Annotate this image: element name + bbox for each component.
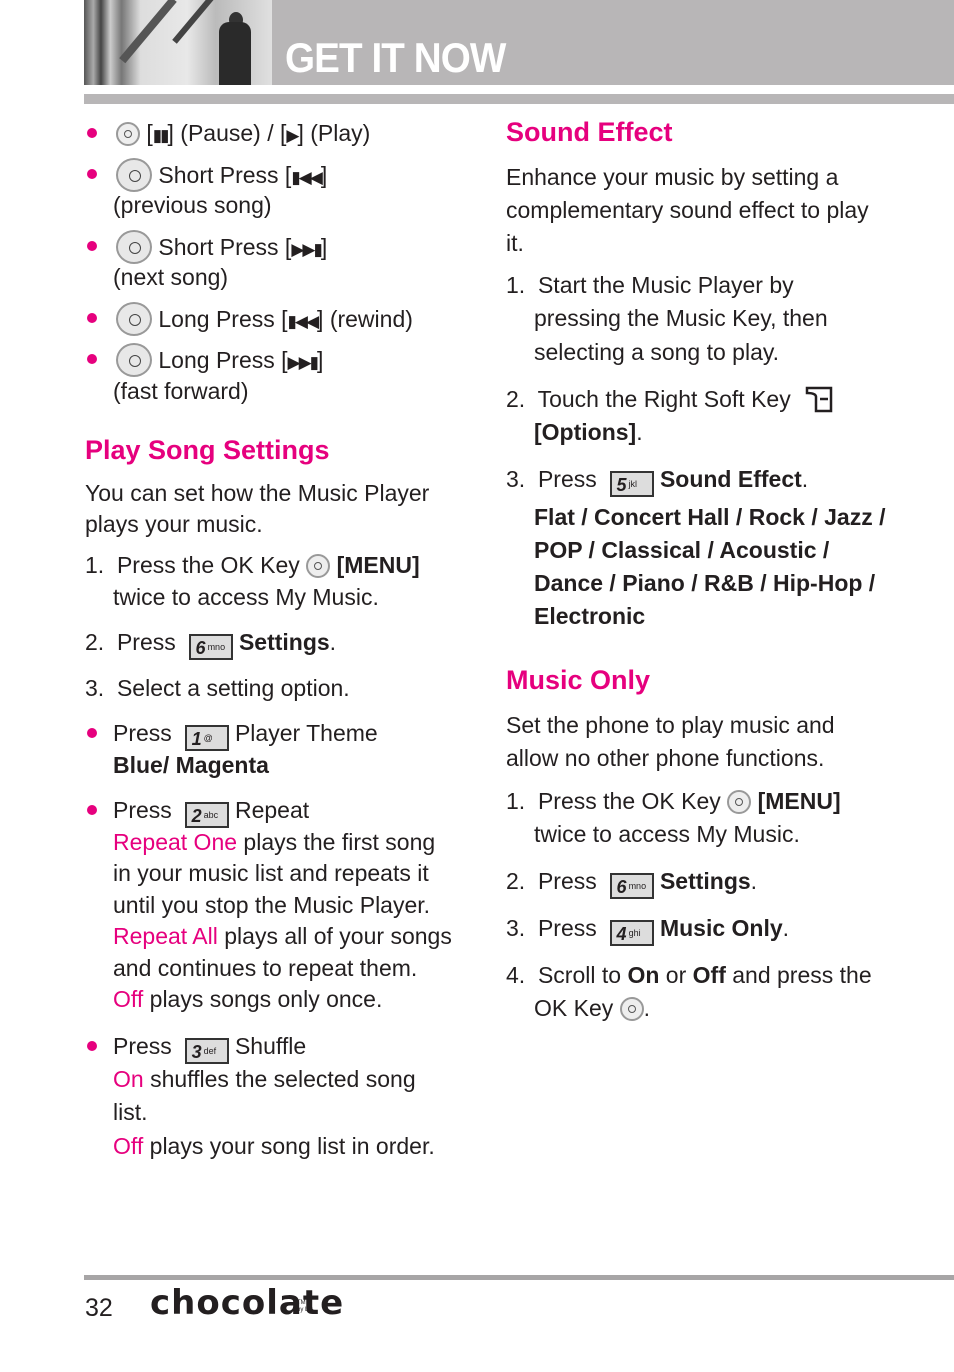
- ok-key-icon: [619, 997, 644, 1021]
- step-2: 2. Press 6 mno Settings.: [85, 629, 337, 660]
- step-3: 3. Press 4 ghi Music Only.: [506, 915, 790, 946]
- control-pause-play: [▮▮] (Pause) / [▶] (Play): [116, 117, 370, 152]
- step-1: 1. Press the OK Key [MENU]: [85, 552, 420, 578]
- step-4-cont: OK Key .: [534, 995, 651, 1021]
- repeat-off-desc: Off plays songs only once.: [113, 986, 383, 1012]
- key-5-icon: 5 jkl: [609, 471, 654, 497]
- ok-key-icon: [727, 790, 752, 814]
- intro-text: Enhance your music by setting a: [506, 164, 839, 190]
- step-3: 3. Select a setting option.: [85, 675, 350, 701]
- step-3: 3. Press 5 jkl Sound Effect.: [506, 466, 809, 497]
- sound-effect-options: Flat / Concert Hall / Rock / Jazz /: [534, 504, 886, 530]
- control-fast-forward: Long Press [▶▶▮]: [116, 343, 323, 379]
- bullet-icon: [87, 805, 97, 815]
- step-1-cont: pressing the Music Key, then: [534, 305, 828, 331]
- sound-effect-options: Dance / Piano / R&B / Hip-Hop /: [534, 570, 876, 596]
- intro-text: You can set how the Music Player: [85, 480, 430, 506]
- step-1-cont: selecting a song to play.: [534, 339, 780, 365]
- step-2: 2. Touch the Right Soft Key: [506, 383, 834, 415]
- step-2-cont: [Options].: [534, 419, 643, 445]
- step-1-cont: twice to access My Music.: [534, 821, 800, 847]
- header-photo: [84, 0, 272, 85]
- key-6-icon: 6 mno: [188, 634, 233, 660]
- bullet-icon: [87, 241, 97, 251]
- bullet-icon: [87, 313, 97, 323]
- option-shuffle: Press 3 def Shuffle: [113, 1033, 307, 1064]
- brand-trademark: TM by LG: [297, 1300, 314, 1313]
- key-1-icon: 1 @: [184, 725, 229, 751]
- shuffle-off-desc: Off plays your song list in order.: [113, 1133, 435, 1159]
- page-number: 32: [85, 1294, 113, 1322]
- brand-logo: chocolate: [150, 1283, 345, 1323]
- key-4-icon: 4 ghi: [609, 920, 654, 946]
- step-1: 1. Press the OK Key [MENU]: [506, 788, 841, 814]
- bullet-icon: [87, 128, 97, 138]
- shuffle-on-desc: list.: [113, 1099, 148, 1125]
- key-6-icon: 6 mno: [609, 873, 654, 899]
- control-rewind: Long Press [▮◀◀] (rewind): [116, 302, 413, 338]
- fast-forward-icon: ▶▶▮: [287, 353, 319, 372]
- ok-key-icon: [116, 122, 140, 146]
- section-heading-play-song-settings: Play Song Settings: [85, 435, 330, 465]
- bullet-icon: [87, 354, 97, 364]
- control-fast-forward-desc: (fast forward): [113, 378, 249, 404]
- pause-icon: ▮▮: [152, 126, 170, 145]
- header-divider: [84, 94, 954, 104]
- section-heading-sound-effect: Sound Effect: [506, 117, 673, 147]
- sound-effect-options: POP / Classical / Acoustic /: [534, 537, 830, 563]
- step-1-cont: twice to access My Music.: [113, 584, 379, 610]
- key-3-icon: 3 def: [184, 1038, 229, 1064]
- nav-left-key-icon: [116, 302, 152, 336]
- key-2-icon: 2 abc: [184, 802, 229, 828]
- shuffle-on-desc: On shuffles the selected song: [113, 1066, 416, 1092]
- nav-right-key-icon: [116, 343, 152, 377]
- step-1: 1. Start the Music Player by: [506, 272, 794, 298]
- bullet-icon: [87, 169, 97, 179]
- bullet-icon: [87, 1041, 97, 1051]
- chapter-title: GET IT NOW: [285, 34, 506, 81]
- option-repeat: Press 2 abc Repeat: [113, 797, 310, 828]
- nav-right-key-icon: [116, 230, 152, 264]
- option-player-theme: Press 1 @ Player Theme: [113, 720, 378, 751]
- theme-value: Blue/ Magenta: [113, 752, 269, 778]
- intro-text: allow no other phone functions.: [506, 745, 825, 771]
- sound-effect-options: Electronic: [534, 603, 646, 629]
- next-icon: ▶▶▮: [291, 240, 322, 259]
- chapter-header: GET IT NOW: [84, 0, 954, 85]
- section-heading-music-only: Music Only: [506, 665, 651, 695]
- control-next-desc: (next song): [113, 264, 229, 290]
- intro-text: complementary sound effect to play: [506, 197, 869, 223]
- footer-divider: [84, 1275, 954, 1280]
- rewind-icon: ▮◀◀: [287, 312, 319, 331]
- right-soft-key-icon: [805, 386, 832, 413]
- intro-text: it.: [506, 230, 524, 256]
- step-2: 2. Press 6 mno Settings.: [506, 868, 758, 899]
- repeat-all-desc: Repeat All plays all of your songs: [113, 923, 452, 949]
- repeat-one-desc: Repeat One plays the first song: [113, 829, 436, 855]
- repeat-one-desc: in your music list and repeats it: [113, 860, 429, 886]
- play-icon: ▶: [286, 126, 299, 145]
- previous-icon: ▮◀◀: [291, 168, 322, 187]
- step-4: 4. Scroll to On or Off and press the: [506, 962, 872, 988]
- ok-key-icon: [306, 554, 331, 578]
- intro-text: plays your music.: [85, 511, 263, 537]
- repeat-all-desc: and continues to repeat them.: [113, 955, 418, 981]
- bullet-icon: [87, 728, 97, 738]
- nav-left-key-icon: [116, 158, 152, 192]
- repeat-one-desc: until you stop the Music Player.: [113, 892, 431, 918]
- control-previous-desc: (previous song): [113, 192, 272, 218]
- intro-text: Set the phone to play music and: [506, 712, 835, 738]
